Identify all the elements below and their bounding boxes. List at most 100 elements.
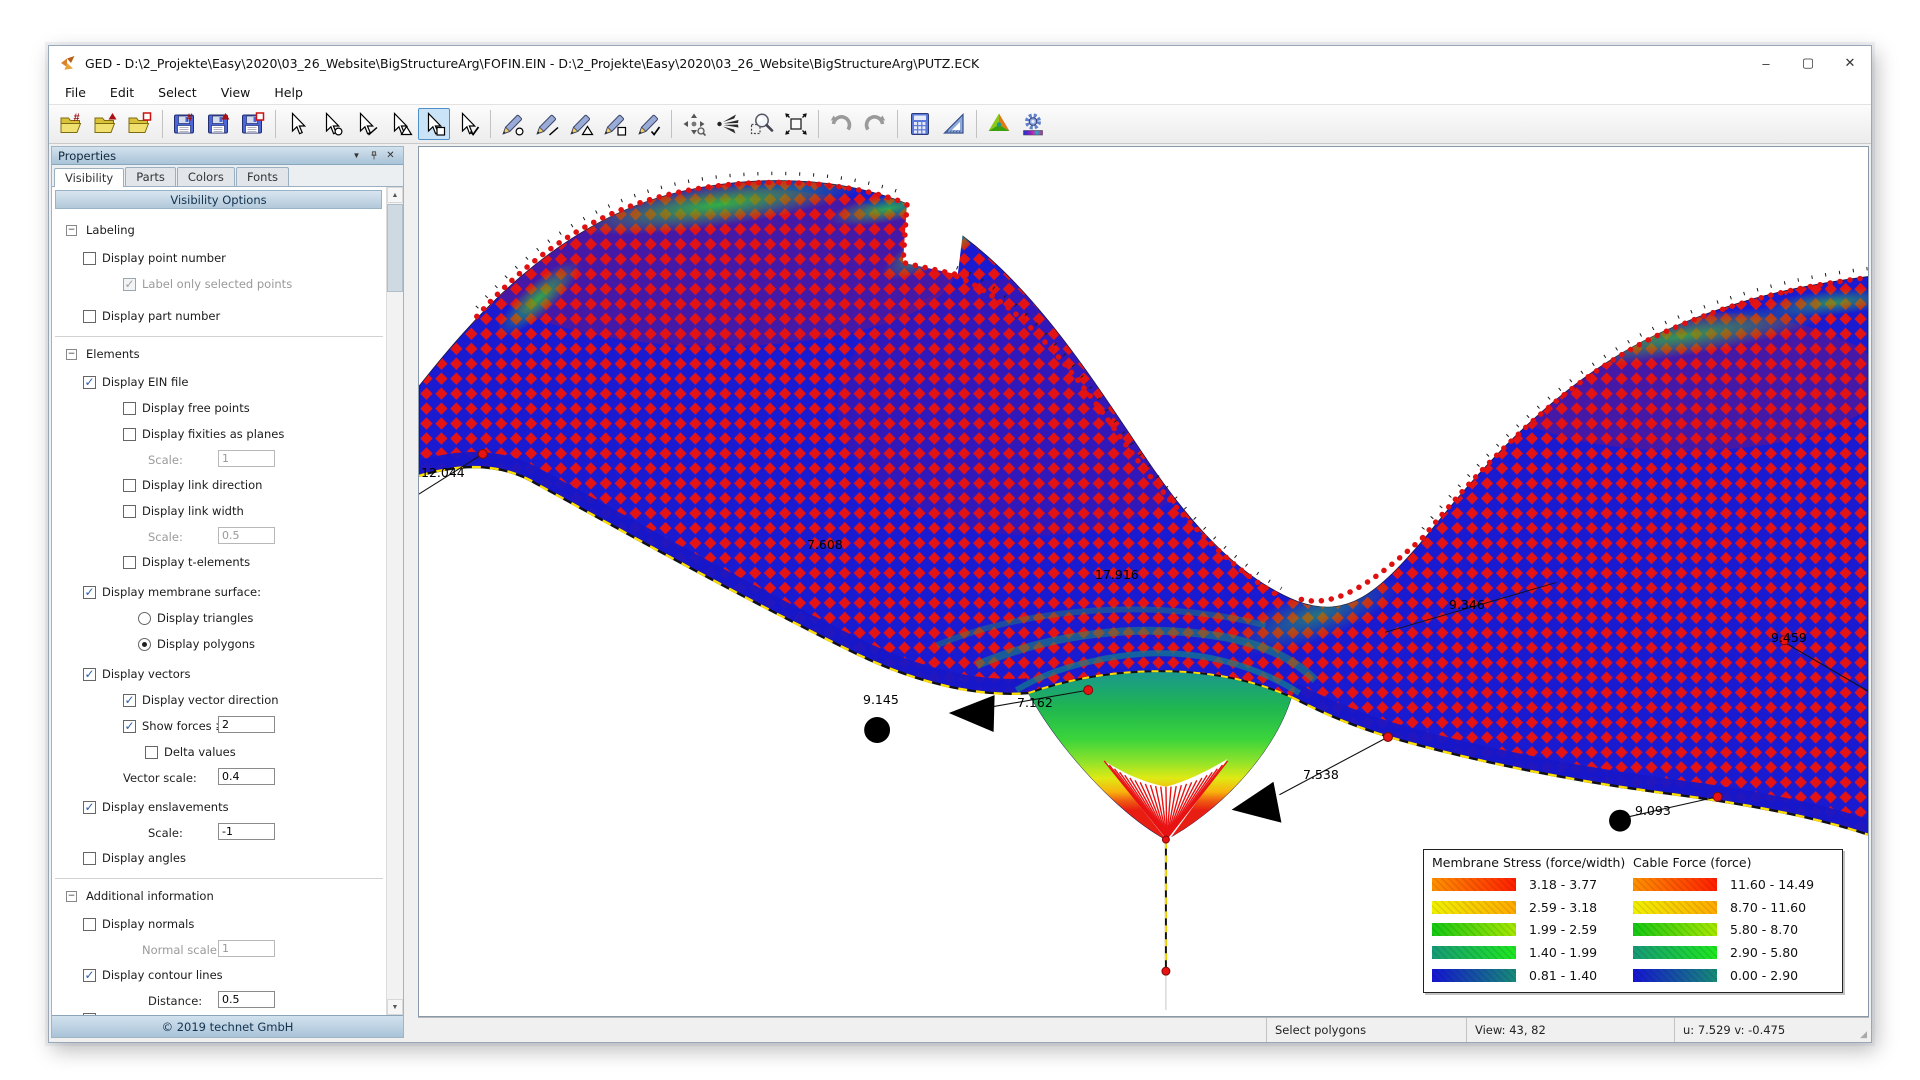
draw-triangles-button[interactable] — [565, 108, 597, 140]
folder-hash-icon: # — [59, 111, 85, 137]
group-separator — [55, 878, 383, 879]
collapse-icon[interactable]: − — [66, 349, 77, 360]
collapse-icon[interactable]: − — [66, 891, 77, 902]
zoom-extents-button[interactable] — [780, 108, 812, 140]
input-scale[interactable] — [218, 527, 275, 544]
arrow-triangle-icon — [387, 111, 413, 137]
select-polygons-button[interactable] — [418, 108, 450, 140]
checkbox-display-part-number[interactable] — [83, 310, 96, 323]
checkbox-display-contour-lines[interactable]: ✓ — [83, 969, 96, 982]
display-settings-button[interactable] — [1017, 108, 1049, 140]
checkbox-label-only-selected-points[interactable]: ✓ — [123, 278, 136, 291]
radio-display-triangles[interactable] — [138, 612, 151, 625]
calculator-button[interactable] — [904, 108, 936, 140]
menu-select[interactable]: Select — [146, 82, 209, 103]
checkbox-display-membrane-surface[interactable]: ✓ — [83, 586, 96, 599]
calc-icon — [907, 111, 933, 137]
open-file-square-button[interactable] — [124, 108, 156, 140]
select-points-button[interactable] — [316, 108, 348, 140]
checkbox-display-link-width[interactable] — [123, 505, 136, 518]
floppy-sq-icon — [240, 111, 266, 137]
tab-fonts[interactable]: Fonts — [236, 167, 289, 186]
panel-close-button[interactable]: ✕ — [382, 148, 399, 163]
drawing-canvas[interactable]: 12.0447.60817.9169.3469.4599.1457.1627.5… — [418, 146, 1869, 1017]
measure-button[interactable] — [938, 108, 970, 140]
group-label: Additional information — [86, 889, 214, 903]
measurement-label: 9.346 — [1449, 597, 1485, 612]
tab-colors[interactable]: Colors — [177, 167, 235, 186]
status-mode: Select polygons — [1266, 1018, 1466, 1042]
checkbox-display-enslavements[interactable]: ✓ — [83, 801, 96, 814]
redo-button[interactable] — [859, 108, 891, 140]
maximize-button[interactable]: ▢ — [1787, 46, 1829, 80]
select-cables-button[interactable] — [452, 108, 484, 140]
scrollbar-thumb[interactable] — [387, 204, 403, 292]
panel-dropdown-button[interactable]: ▼ — [348, 148, 365, 163]
input-distance[interactable] — [218, 991, 275, 1008]
minimize-button[interactable]: – — [1745, 46, 1787, 80]
scroll-up-icon[interactable]: ▲ — [387, 187, 403, 203]
panel-footer: © 2019 technet GmbH — [52, 1015, 403, 1037]
save-file-triangle-button[interactable] — [203, 108, 235, 140]
draw-polygons-button[interactable] — [599, 108, 631, 140]
resize-grip[interactable]: ◢ — [1851, 1018, 1869, 1042]
checkbox-display-vectors[interactable]: ✓ — [83, 668, 96, 681]
menu-file[interactable]: File — [53, 82, 98, 103]
checkbox-display-ein-file[interactable]: ✓ — [83, 376, 96, 389]
draw-points-button[interactable] — [497, 108, 529, 140]
pan-rotate-zoom-button[interactable] — [678, 108, 710, 140]
select-lines-button[interactable] — [350, 108, 382, 140]
legend-column: Membrane Stress (force/width)3.18 - 3.77… — [1432, 855, 1633, 987]
close-button[interactable]: ✕ — [1829, 46, 1871, 80]
panel-scrollbar[interactable]: ▲ ▼ — [386, 187, 403, 1015]
checkbox-display-normals[interactable] — [83, 918, 96, 931]
select-tool-button[interactable] — [282, 108, 314, 140]
legend-swatch — [1633, 901, 1717, 914]
checkbox-display-free-points[interactable] — [123, 402, 136, 415]
save-file-hash-button[interactable]: # — [169, 108, 201, 140]
scroll-down-icon[interactable]: ▼ — [387, 999, 403, 1015]
input-scale[interactable] — [218, 450, 275, 467]
legend-swatch — [1633, 878, 1717, 891]
input-scale[interactable] — [218, 823, 275, 840]
checkbox-display-point-number[interactable] — [83, 252, 96, 265]
collapse-icon[interactable]: − — [66, 225, 77, 236]
open-file-hash-button[interactable]: # — [56, 108, 88, 140]
checkbox-display-link-direction[interactable] — [123, 479, 136, 492]
draw-lines-button[interactable] — [531, 108, 563, 140]
menu-view[interactable]: View — [209, 82, 263, 103]
zoom-to-point-button[interactable] — [712, 108, 744, 140]
row-display-enslavements: ✓Display enslavements — [52, 794, 386, 820]
toolbar-separator — [818, 110, 819, 138]
checkbox-delta-values[interactable] — [145, 746, 158, 759]
tab-parts[interactable]: Parts — [125, 167, 176, 186]
row-display-part-number: Display part number — [52, 303, 386, 329]
row-display-normals: Display normals — [52, 911, 386, 937]
pin-icon[interactable] — [365, 148, 382, 163]
status-view-angle: View: 43, 82 — [1466, 1018, 1674, 1042]
input-vector-scale[interactable] — [218, 768, 275, 785]
radio-display-polygons[interactable] — [138, 638, 151, 651]
checkbox-display[interactable] — [83, 1013, 96, 1015]
checkbox-display-fixities-as-planes[interactable] — [123, 428, 136, 441]
checkbox-show-forces[interactable]: ✓ — [123, 720, 136, 733]
toolbar: ## — [49, 104, 1871, 144]
tab-visibility[interactable]: Visibility — [54, 168, 124, 187]
save-file-square-button[interactable] — [237, 108, 269, 140]
zoom-window-button[interactable] — [746, 108, 778, 140]
mesh-statistics-button[interactable] — [983, 108, 1015, 140]
draw-cables-button[interactable] — [633, 108, 665, 140]
select-triangles-button[interactable] — [384, 108, 416, 140]
legend-range: 5.80 - 8.70 — [1730, 922, 1798, 937]
checkbox-display-t-elements[interactable] — [123, 556, 136, 569]
group-label: Elements — [86, 347, 140, 361]
input-show-forces[interactable] — [218, 716, 275, 733]
legend-range: 2.59 - 3.18 — [1529, 900, 1597, 915]
menu-help[interactable]: Help — [262, 82, 315, 103]
checkbox-display-angles[interactable] — [83, 852, 96, 865]
menu-edit[interactable]: Edit — [98, 82, 146, 103]
open-file-triangle-button[interactable] — [90, 108, 122, 140]
checkbox-display-vector-direction[interactable]: ✓ — [123, 694, 136, 707]
input-normal-scale[interactable] — [218, 940, 275, 957]
undo-button[interactable] — [825, 108, 857, 140]
